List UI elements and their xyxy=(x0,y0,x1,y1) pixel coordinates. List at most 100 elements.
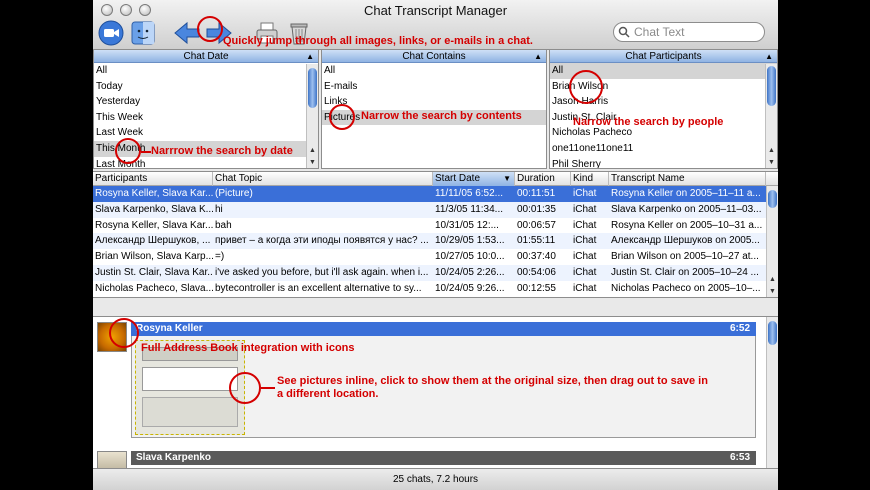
annotation-circle xyxy=(115,138,141,164)
cell-participants: Justin St. Clair, Slava Kar... xyxy=(95,266,213,278)
chat-participants-header[interactable]: Chat Participants ▲ xyxy=(550,50,777,63)
cell-participants: Rosyna Keller, Slava Kar... xyxy=(95,219,213,231)
cell-kind: iChat xyxy=(573,188,597,199)
cell-transcript-name: Александр Шершуков on 2005... xyxy=(611,235,760,247)
cell-participants: Александр Шершуков, ... xyxy=(95,235,211,247)
cell-chat-topic: hi xyxy=(215,203,223,215)
chat-participants-scrollbar[interactable]: ▲ ▼ xyxy=(765,64,777,168)
chat-contains-pane: Chat Contains ▲ All E-mails Links Picture… xyxy=(321,49,547,169)
cell-start-date: 10/24/05 9:26... xyxy=(435,282,505,294)
chat-date-header[interactable]: Chat Date ▲ xyxy=(94,50,318,63)
column-duration[interactable]: Duration xyxy=(515,172,571,186)
message-time: 6:53 xyxy=(729,452,750,463)
annotation-date: Narrrow the search by date xyxy=(151,145,293,157)
finder-icon xyxy=(131,21,155,45)
scroll-up-arrow[interactable]: ▲ xyxy=(307,145,318,156)
main-window: Chat Transcript Manager Chat Date▲ All T… xyxy=(93,0,778,490)
cell-chat-topic: i've asked you before, but i'll ask agai… xyxy=(215,266,429,278)
search-input[interactable] xyxy=(634,25,754,39)
annotation-circle xyxy=(229,372,261,404)
message-header: Slava Karpenko 6:53 xyxy=(131,451,756,465)
table-row[interactable]: Nicholas Pacheco, Slava... bytecontroller… xyxy=(93,281,778,297)
cell-chat-topic: bytecontroller is an excellent alternati… xyxy=(215,282,422,294)
cell-chat-topic: =) xyxy=(215,251,225,263)
cell-duration: 00:12:55 xyxy=(517,282,556,294)
list-item[interactable]: All xyxy=(322,63,546,79)
video-button[interactable] xyxy=(97,19,125,47)
finder-button[interactable] xyxy=(129,19,157,47)
cell-chat-topic: bah xyxy=(215,219,232,231)
cell-participants: Nicholas Pacheco, Slava... xyxy=(95,282,213,294)
cell-participants: Rosyna Keller, Slava Kar... xyxy=(95,188,213,199)
sender-name: Rosyna Keller xyxy=(136,323,203,334)
cell-participants: Slava Karpenko, Slava K... xyxy=(95,203,213,215)
list-item[interactable]: All xyxy=(94,63,318,79)
column-transcript-name[interactable]: Transcript Name xyxy=(609,172,766,186)
search-icon xyxy=(618,26,630,38)
window-title: Chat Transcript Manager xyxy=(363,3,508,18)
scroll-down-arrow[interactable]: ▼ xyxy=(767,286,778,297)
chat-date-scrollbar[interactable]: ▲ ▼ xyxy=(306,64,318,168)
column-kind[interactable]: Kind xyxy=(571,172,609,186)
cell-start-date: 11/3/05 11:34... xyxy=(435,203,504,215)
annotation-circle xyxy=(109,318,139,348)
table-row[interactable]: Александр Шершуков, ... привет – а когда … xyxy=(93,233,778,250)
cell-start-date: 11/11/05 6:52... xyxy=(435,188,504,199)
cell-transcript-name: Rosyna Keller on 2005–11–11 a... xyxy=(611,188,761,199)
search-field[interactable] xyxy=(613,22,765,42)
annotation-pictures-line1: See pictures inline, click to show them … xyxy=(277,375,708,387)
cell-start-date: 10/29/05 1:53... xyxy=(435,235,505,247)
cell-duration: 00:11:51 xyxy=(517,188,556,199)
annotation-pointer xyxy=(141,151,151,153)
list-item[interactable]: one11one11one11 xyxy=(550,141,777,157)
table-row[interactable]: Slava Karpenko, Slava K... hi 11/3/05 11:3… xyxy=(93,201,778,218)
message-time: 6:52 xyxy=(729,323,750,334)
cell-start-date: 10/27/05 10:0... xyxy=(435,251,505,263)
scroll-thumb[interactable] xyxy=(767,66,776,106)
cell-transcript-name: Nicholas Pacheco on 2005–10–... xyxy=(611,282,761,294)
list-item[interactable]: Today xyxy=(94,79,318,95)
list-item[interactable]: E-mails xyxy=(322,79,546,95)
cell-kind: iChat xyxy=(573,282,597,294)
scroll-up-arrow[interactable]: ▲ xyxy=(766,145,777,156)
column-participants[interactable]: Participants xyxy=(93,172,213,186)
cell-chat-topic: привет – а когда эти иподы появятся у на… xyxy=(215,235,429,247)
table-row[interactable]: Brian Wilson, Slava Karp... =) 10/27/05 10… xyxy=(93,249,778,265)
cell-duration: 00:06:57 xyxy=(517,219,556,231)
annotation-circle xyxy=(569,70,603,104)
column-start-date[interactable]: Start Date ▼ xyxy=(433,172,515,186)
sender-name: Slava Karpenko xyxy=(136,452,212,463)
annotation-jump: Quickly jump through all images, links, … xyxy=(223,35,533,47)
cell-duration: 00:37:40 xyxy=(517,251,556,263)
status-bar: 25 chats, 7.2 hours xyxy=(93,468,778,490)
cell-duration: 01:55:11 xyxy=(517,235,556,247)
scroll-thumb[interactable] xyxy=(768,321,777,345)
cell-kind: iChat xyxy=(573,266,597,278)
scroll-up-arrow[interactable]: ▲ xyxy=(767,274,778,285)
cell-duration: 00:01:35 xyxy=(517,203,556,215)
chat-contains-header[interactable]: Chat Contains ▲ xyxy=(322,50,546,63)
cell-duration: 00:54:06 xyxy=(517,266,556,278)
cell-participants: Brian Wilson, Slava Karp... xyxy=(95,251,213,263)
scroll-down-arrow[interactable]: ▼ xyxy=(307,157,318,168)
table-row[interactable]: Justin St. Clair, Slava Kar... i've asked… xyxy=(93,264,778,281)
chat-participants-pane: Chat Participants ▲ All Brian Wilson Jaso… xyxy=(549,49,778,169)
annotation-address-book: Full Address Book integration with icons xyxy=(141,342,355,354)
list-item[interactable]: Yesterday xyxy=(94,94,318,110)
table-row[interactable]: Rosyna Keller, Slava Kar... (Picture) 11/1… xyxy=(93,186,778,202)
scroll-down-arrow[interactable]: ▼ xyxy=(766,157,777,168)
annotation-circle xyxy=(197,16,223,42)
scroll-thumb[interactable] xyxy=(768,190,777,208)
cell-chat-topic: (Picture) xyxy=(215,188,253,199)
cell-start-date: 10/24/05 2:26... xyxy=(435,266,505,278)
column-chat-topic[interactable]: Chat Topic xyxy=(213,172,433,186)
list-item[interactable]: This Week xyxy=(94,110,318,126)
transcript-scrollbar[interactable] xyxy=(766,317,778,468)
list-item[interactable]: Links xyxy=(322,94,546,110)
annotation-circle xyxy=(329,104,355,130)
table-scrollbar[interactable]: ▲ ▼ xyxy=(766,186,778,297)
cell-kind: iChat xyxy=(573,235,597,247)
list-item[interactable]: Phil Sherry xyxy=(550,157,777,168)
table-row[interactable]: Rosyna Keller, Slava Kar... bah 10/31/05 1… xyxy=(93,218,778,234)
scroll-thumb[interactable] xyxy=(308,68,317,108)
